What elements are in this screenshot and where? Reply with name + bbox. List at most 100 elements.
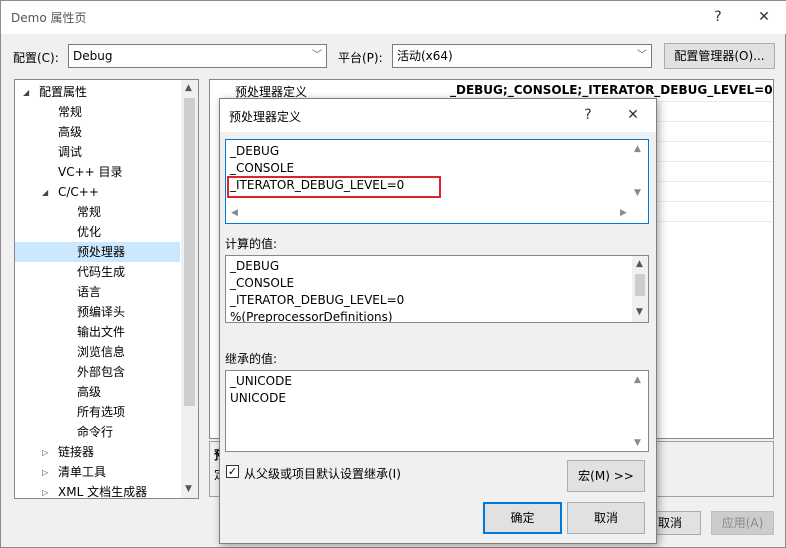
tree-item[interactable]: 语言 xyxy=(15,282,180,302)
tree-item[interactable]: 命令行 xyxy=(15,422,180,442)
scroll-down-icon[interactable]: ▼ xyxy=(636,307,643,317)
scroll-down-icon[interactable]: ▼ xyxy=(634,188,641,198)
dialog-title: 预处理器定义 xyxy=(229,110,302,124)
close-icon: ✕ xyxy=(627,107,639,123)
tree-item-label: VC++ 目录 xyxy=(58,165,123,179)
inherit-checkbox[interactable]: ✓ xyxy=(226,465,239,478)
computed-values-box: _DEBUG _CONSOLE _ITERATOR_DEBUG_LEVEL=0 … xyxy=(225,255,649,323)
tree-item-label: 配置属性 xyxy=(39,85,88,99)
help-button[interactable]: ? xyxy=(705,5,731,29)
tree-item-label: 常规 xyxy=(77,205,102,219)
inherited-line: UNICODE xyxy=(230,391,286,405)
computed-vscrollbar[interactable]: ▲ ▼ xyxy=(632,256,648,322)
tree-item[interactable]: 优化 xyxy=(15,222,180,242)
tree-item[interactable]: 所有选项 xyxy=(15,402,180,422)
macros-button[interactable]: 宏(M) >> xyxy=(567,460,645,492)
chevron-down-icon: ﹀ xyxy=(637,50,647,61)
expanded-arrow-icon[interactable]: ◢ xyxy=(42,183,48,203)
inherited-line: _UNICODE xyxy=(230,374,292,388)
tree-item-label: 清单工具 xyxy=(58,465,107,479)
close-icon: ✕ xyxy=(758,9,770,25)
apply-button[interactable]: 应用(A) xyxy=(711,511,774,535)
scroll-up-icon[interactable]: ▲ xyxy=(634,375,641,385)
platform-combobox[interactable]: 活动(x64) ﹀ xyxy=(392,44,652,68)
config-label: 配置(C): xyxy=(13,51,59,65)
platform-label: 平台(P): xyxy=(338,51,383,65)
tree-item[interactable]: ▷ 链接器 xyxy=(15,442,180,462)
tree-item[interactable]: ▷ XML 文档生成器 xyxy=(15,482,180,499)
dialog-titlebar: 预处理器定义 ? ✕ xyxy=(220,99,656,132)
category-tree: ◢ 配置属性 常规 高级 调试 VC++ 目录 ◢ C/C++ 常规 优化 预处理器 代码生成 语言 预编… xyxy=(14,79,199,499)
tree-item-label: 浏览信息 xyxy=(77,345,126,359)
tree-item-label: XML 文档生成器 xyxy=(58,485,148,499)
tree-item[interactable]: 预处理器 xyxy=(15,242,180,262)
ok-button[interactable]: 确定 xyxy=(483,502,562,534)
config-combobox[interactable]: Debug ﹀ xyxy=(68,44,327,68)
window-titlebar: Demo 属性页 ? ✕ xyxy=(1,1,786,34)
computed-line: %(PreprocessorDefinitions) xyxy=(230,310,393,323)
inherited-label: 继承的值: xyxy=(225,352,278,366)
preprocessor-definitions-dialog: 预处理器定义 ? ✕ _DEBUG _CONSOLE _ITERATOR_DEB… xyxy=(219,98,657,544)
scroll-up-icon[interactable]: ▲ xyxy=(185,83,192,93)
definitions-edit-box[interactable]: _DEBUG _CONSOLE _ITERATOR_DEBUG_LEVEL=0 … xyxy=(225,139,649,224)
tree-item-label: 外部包含 xyxy=(77,365,126,379)
config-manager-button[interactable]: 配置管理器(O)... xyxy=(664,43,775,69)
tree-item[interactable]: 常规 xyxy=(15,202,180,222)
window-title: Demo 属性页 xyxy=(11,11,87,25)
scroll-down-icon[interactable]: ▼ xyxy=(185,484,192,494)
tree-item[interactable]: 浏览信息 xyxy=(15,342,180,362)
tree-item[interactable]: 高级 xyxy=(15,122,180,142)
tree-vscrollbar[interactable]: ▲ ▼ xyxy=(181,80,198,498)
tree-item[interactable]: 调试 xyxy=(15,142,180,162)
tree-item-label: 预处理器 xyxy=(77,245,126,259)
edit-line: _DEBUG xyxy=(230,144,280,158)
edit-line: _CONSOLE xyxy=(230,161,295,175)
computed-label: 计算的值: xyxy=(225,237,278,251)
computed-line: _DEBUG xyxy=(230,259,280,273)
tree-item-label: 链接器 xyxy=(58,445,95,459)
tree-item-label: 优化 xyxy=(77,225,102,239)
tree-item-label: C/C++ xyxy=(58,185,99,199)
dialog-cancel-button[interactable]: 取消 xyxy=(567,502,645,534)
scroll-up-icon[interactable]: ▲ xyxy=(636,259,643,269)
computed-line: _ITERATOR_DEBUG_LEVEL=0 xyxy=(230,293,405,307)
tree-item-label: 所有选项 xyxy=(77,405,126,419)
checkmark-icon: ✓ xyxy=(227,465,238,478)
tree-item[interactable]: 代码生成 xyxy=(15,262,180,282)
expanded-arrow-icon[interactable]: ◢ xyxy=(23,83,29,103)
scroll-right-icon[interactable]: ▶ xyxy=(620,208,627,218)
inherit-checkbox-row[interactable]: ✓ 从父级或项目默认设置继承(I) xyxy=(226,463,526,481)
tree-item[interactable]: 外部包含 xyxy=(15,362,180,382)
dialog-help-button[interactable]: ? xyxy=(575,103,601,127)
tree-item[interactable]: VC++ 目录 xyxy=(15,162,180,182)
main-cancel-label: 取消 xyxy=(657,516,682,530)
collapsed-arrow-icon[interactable]: ▷ xyxy=(42,443,48,463)
close-button[interactable]: ✕ xyxy=(751,5,777,29)
computed-line: _CONSOLE xyxy=(230,276,295,290)
grid-row-preprocessor[interactable]: 预处理器定义 _DEBUG;_CONSOLE;_ITERATOR_DEBUG_L… xyxy=(210,80,773,100)
tree-item[interactable]: 常规 xyxy=(15,102,180,122)
dialog-close-button[interactable]: ✕ xyxy=(620,103,646,127)
tree-item[interactable]: 高级 xyxy=(15,382,180,402)
computed-scroll-thumb[interactable] xyxy=(635,274,645,296)
tree-item[interactable]: 输出文件 xyxy=(15,322,180,342)
config-value: Debug xyxy=(73,49,113,63)
tree-item[interactable]: ◢ 配置属性 xyxy=(15,82,180,102)
tree-item-label: 代码生成 xyxy=(77,265,126,279)
tree-item-label: 语言 xyxy=(77,285,102,299)
highlight-box xyxy=(227,176,441,198)
scroll-down-icon[interactable]: ▼ xyxy=(634,438,641,448)
collapsed-arrow-icon[interactable]: ▷ xyxy=(42,463,48,483)
tree-scroll-thumb[interactable] xyxy=(184,98,195,406)
collapsed-arrow-icon[interactable]: ▷ xyxy=(42,483,48,498)
tree-item[interactable]: ◢ C/C++ xyxy=(15,182,180,202)
scroll-up-icon[interactable]: ▲ xyxy=(634,144,641,154)
tree-item-label: 命令行 xyxy=(77,425,114,439)
platform-value: 活动(x64) xyxy=(397,49,453,63)
grid-row-value: _DEBUG;_CONSOLE;_ITERATOR_DEBUG_LEVEL=0;… xyxy=(450,83,773,97)
tree-item[interactable]: ▷ 清单工具 xyxy=(15,462,180,482)
tree-item-label: 预编译头 xyxy=(77,305,126,319)
tree-item[interactable]: 预编译头 xyxy=(15,302,180,322)
tree-item-label: 输出文件 xyxy=(77,325,126,339)
scroll-left-icon[interactable]: ◀ xyxy=(231,208,238,218)
